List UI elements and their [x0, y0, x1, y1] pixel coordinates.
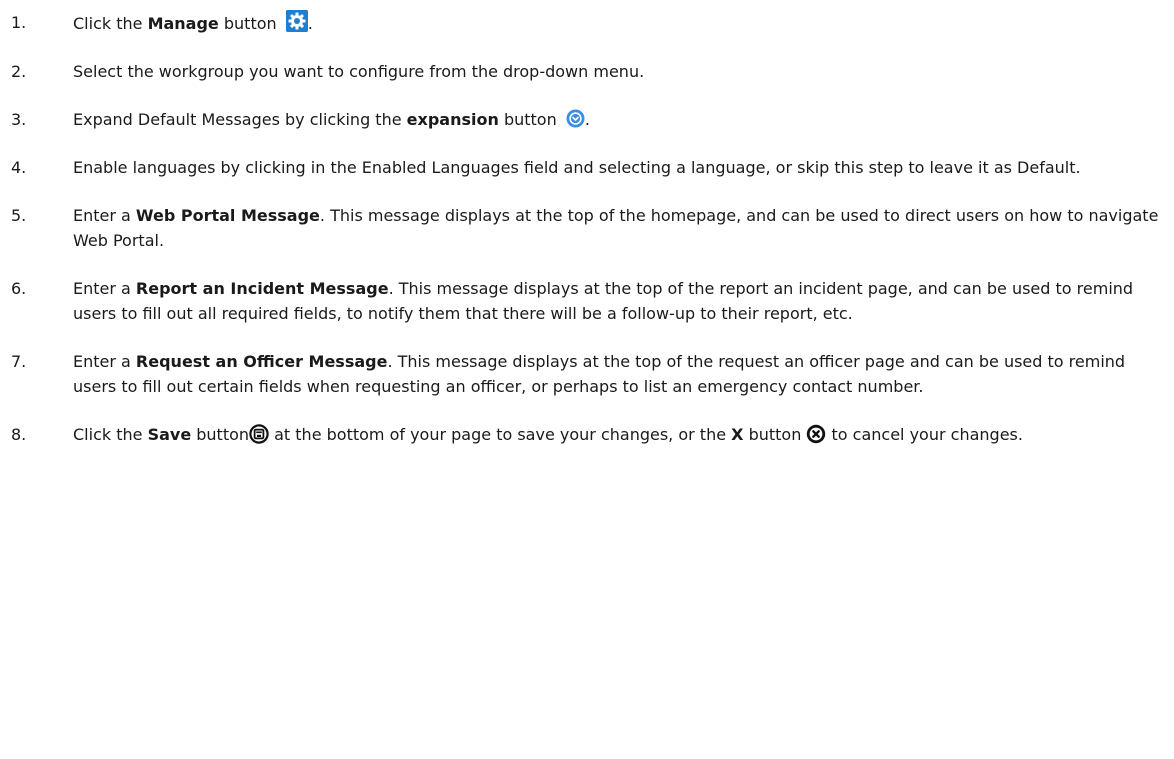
step-bold-term: Manage: [147, 14, 219, 33]
step-text: at the bottom of your page to save your …: [269, 425, 732, 444]
save-circle-icon: [249, 424, 269, 444]
step-bold-term: Save: [147, 425, 192, 444]
step-bold-term: X: [731, 425, 744, 444]
step-text: Enable languages by clicking in the Enab…: [73, 158, 1081, 177]
step-text: button: [218, 14, 277, 33]
step-text: to cancel your changes.: [826, 425, 1023, 444]
step-text: Enter a: [73, 206, 136, 225]
step-bold-term: Report an Incident Message: [135, 279, 389, 298]
gear-icon: [285, 10, 308, 32]
chevron-down-circle-icon: [566, 109, 585, 128]
step-number: 4.: [11, 158, 27, 177]
step-5: 5. Enter a Web Portal Message. This mess…: [0, 203, 1170, 253]
step-text: .: [307, 14, 313, 33]
step-3: 3. Expand Default Messages by clicking t…: [0, 107, 1170, 132]
step-bold-term: Request an Officer Message: [135, 352, 388, 371]
step-number: 1.: [11, 13, 27, 32]
step-number: 5.: [11, 206, 27, 225]
step-number: 8.: [11, 425, 27, 444]
step-number: 7.: [11, 352, 27, 371]
step-7: 7. Enter a Request an Officer Message. T…: [0, 349, 1170, 399]
step-text: Expand Default Messages by clicking the: [73, 110, 407, 129]
step-8: 8. Click the Save button at the bottom o…: [0, 422, 1170, 447]
steps-list: 1. Click the Manage button . 2. Select t…: [0, 10, 1174, 447]
step-4: 4. Enable languages by clicking in the E…: [0, 155, 1170, 180]
step-1: 1. Click the Manage button .: [0, 10, 1170, 36]
step-text: Enter a: [73, 279, 136, 298]
step-text: Click the: [73, 14, 148, 33]
step-text: Click the: [73, 425, 148, 444]
step-text: button: [743, 425, 807, 444]
step-number: 6.: [11, 279, 27, 298]
step-number: 3.: [11, 110, 27, 129]
step-text: Select the workgroup you want to configu…: [73, 62, 645, 81]
step-2: 2. Select the workgroup you want to conf…: [0, 59, 1170, 84]
step-text: button: [191, 425, 250, 444]
step-bold-term: Web Portal Message: [135, 206, 320, 225]
close-circle-icon: [806, 424, 826, 444]
step-text: Enter a: [73, 352, 136, 371]
step-6: 6. Enter a Report an Incident Message. T…: [0, 276, 1170, 326]
step-bold-term: expansion: [406, 110, 499, 129]
step-number: 2.: [11, 62, 27, 81]
step-text: .: [584, 110, 590, 129]
step-text: button: [498, 110, 557, 129]
instructions-page: 1. Click the Manage button . 2. Select t…: [0, 0, 1174, 759]
